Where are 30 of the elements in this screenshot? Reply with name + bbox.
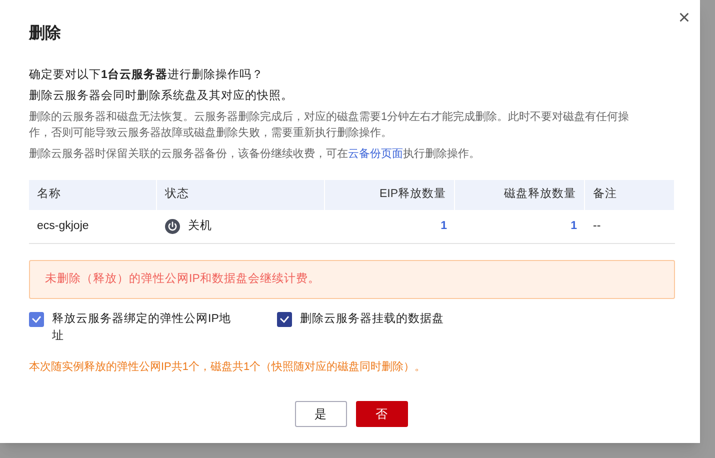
column-header: 状态	[157, 180, 325, 210]
checkbox-option[interactable]: 释放云服务器绑定的弹性公网IP地址	[29, 311, 237, 345]
dialog-title: 删除	[29, 24, 62, 44]
warning-banner: 未删除（释放）的弹性公网IP和数据盘会继续计费。	[29, 260, 675, 299]
table-cell-text: ecs-gkjoje	[36, 218, 90, 234]
checkbox-label: 删除云服务器挂载的数据盘	[300, 312, 445, 327]
note-text: 删除的云服务器和磁盘无法恢复。云服务器删除完成后，对应的磁盘需要1分钟左右才能完成删除。此时不要对磁盘有任何操作，否则可能导致云服务器故障或磁盘删除失败，需要重新执行删除操作。	[29, 110, 630, 141]
checkbox-option[interactable]: 删除云服务器挂载的数据盘	[277, 311, 445, 345]
column-header: 名称	[29, 180, 157, 210]
yes-button[interactable]: 是	[294, 400, 346, 426]
note-text: 删除云服务器时保留关联的云服务器备份，该备份继续收费，可在云备份页面执行删除操作。	[29, 146, 481, 162]
confirm-text: 确定要对以下1台云服务器进行删除操作吗？	[29, 67, 264, 83]
summary-text: 本次随实例释放的弹性公网IP共1个，磁盘共1个（快照随对应的磁盘同时删除）。	[29, 360, 427, 375]
table-cell-text: --	[592, 218, 602, 234]
checkmark-icon	[279, 314, 290, 325]
checkbox[interactable]	[277, 312, 292, 327]
close-button[interactable]: ×	[678, 8, 690, 28]
column-header: 备注	[585, 180, 675, 210]
no-button[interactable]: 否	[356, 400, 408, 426]
column-header: 磁盘释放数量	[455, 180, 585, 210]
checkbox[interactable]	[29, 312, 44, 327]
table-cell-text: 1	[440, 218, 448, 234]
table-cell-text: 1	[570, 218, 578, 234]
table-cell-text: 关机	[188, 218, 212, 234]
checkbox-label: 释放云服务器绑定的弹性公网IP地址	[52, 312, 232, 344]
power-icon	[165, 219, 180, 234]
column-header: EIP释放数量	[325, 180, 455, 210]
backup-page-link[interactable]: 云备份页面	[348, 148, 403, 160]
confirm-text: 删除云服务器会同时删除系统盘及其对应的快照。	[29, 88, 294, 104]
checkmark-icon	[31, 314, 42, 325]
